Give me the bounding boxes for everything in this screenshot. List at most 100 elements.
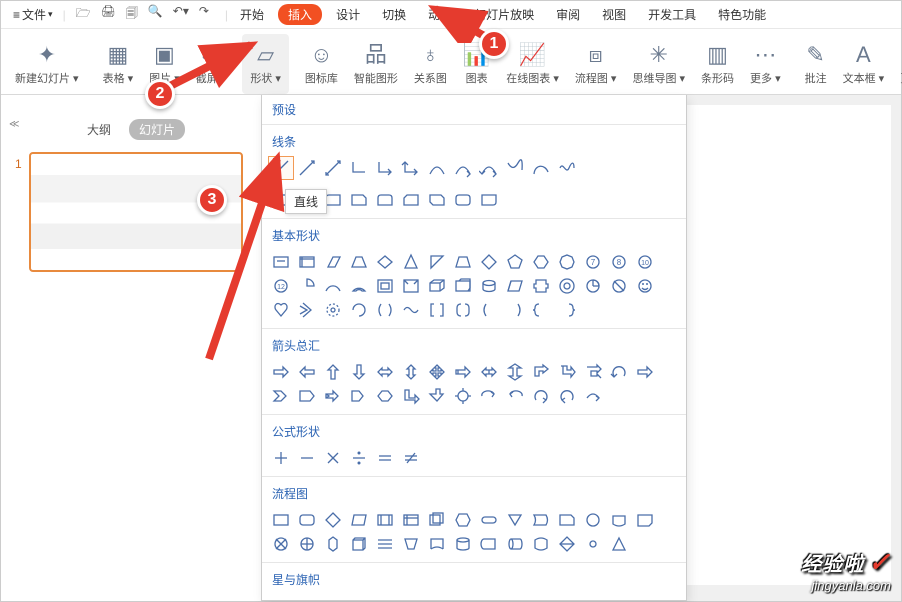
shape-block-arrows-10[interactable] (528, 360, 554, 384)
shape-flowchart-15[interactable] (268, 532, 294, 556)
shape-basic-shapes-29[interactable] (632, 274, 658, 298)
shape-basic-shapes-32[interactable] (320, 298, 346, 322)
shape-flowchart-20[interactable] (398, 532, 424, 556)
shape-block-arrows-14[interactable] (632, 360, 658, 384)
tab-transition[interactable]: 切换 (374, 3, 414, 26)
shape-basic-shapes-37[interactable] (450, 298, 476, 322)
tab-special[interactable]: 特色功能 (710, 3, 774, 26)
shape-equation-4[interactable] (372, 446, 398, 470)
shape-basic-shapes-26[interactable] (554, 274, 580, 298)
barcode-button[interactable]: ▥条形码 (693, 34, 742, 94)
tab-home[interactable]: 开始 (232, 3, 272, 26)
shape-basic-shapes-9[interactable] (502, 250, 528, 274)
tab-review[interactable]: 审阅 (548, 3, 588, 26)
shape-lines-7[interactable] (450, 156, 476, 180)
shape-block-arrows-3[interactable] (346, 360, 372, 384)
shape-basic-shapes-6[interactable] (424, 250, 450, 274)
icon-lib-button[interactable]: ☺图标库 (297, 34, 346, 94)
shape-flowchart-13[interactable] (606, 508, 632, 532)
outline-tab-outline[interactable]: 大纲 (77, 119, 121, 140)
shape-block-arrows-25[interactable] (528, 384, 554, 408)
flowchart-button[interactable]: ⧈流程图 ▾ (567, 34, 625, 94)
shape-flowchart-28[interactable] (606, 532, 632, 556)
shape-flowchart-22[interactable] (450, 532, 476, 556)
shape-block-arrows-16[interactable] (294, 384, 320, 408)
shape-lines-5[interactable] (398, 156, 424, 180)
shape-basic-shapes-24[interactable] (502, 274, 528, 298)
shape-flowchart-11[interactable] (554, 508, 580, 532)
shape-rectangles-3[interactable] (346, 188, 372, 212)
shape-flowchart-17[interactable] (320, 532, 346, 556)
tab-view[interactable]: 视图 (594, 3, 634, 26)
shape-lines-6[interactable] (424, 156, 450, 180)
shape-block-arrows-18[interactable] (346, 384, 372, 408)
shape-block-arrows-6[interactable] (424, 360, 450, 384)
print-icon[interactable]: 🖨 (101, 4, 116, 25)
shape-block-arrows-2[interactable] (320, 360, 346, 384)
shape-basic-shapes-18[interactable] (346, 274, 372, 298)
shape-lines-3[interactable] (346, 156, 372, 180)
table-button[interactable]: ▦表格 ▾ (95, 34, 142, 94)
shape-flowchart-21[interactable] (424, 532, 450, 556)
shape-flowchart-19[interactable] (372, 532, 398, 556)
shape-basic-shapes-14[interactable]: 10 (632, 250, 658, 274)
shape-block-arrows-19[interactable] (372, 384, 398, 408)
shape-equation-3[interactable] (346, 446, 372, 470)
shape-block-arrows-26[interactable] (554, 384, 580, 408)
shape-rectangles-8[interactable] (476, 188, 502, 212)
shape-block-arrows-5[interactable] (398, 360, 424, 384)
shape-flowchart-25[interactable] (528, 532, 554, 556)
shape-block-arrows-23[interactable] (476, 384, 502, 408)
shape-basic-shapes-13[interactable]: 8 (606, 250, 632, 274)
shape-block-arrows-27[interactable] (580, 384, 606, 408)
shape-basic-shapes-27[interactable] (580, 274, 606, 298)
shape-lines-8[interactable] (476, 156, 502, 180)
shape-basic-shapes-36[interactable] (424, 298, 450, 322)
shape-flowchart-2[interactable] (320, 508, 346, 532)
shape-basic-shapes-35[interactable] (398, 298, 424, 322)
more-button[interactable]: ⋯更多 ▾ (742, 34, 789, 94)
shape-basic-shapes-3[interactable] (346, 250, 372, 274)
shape-rectangles-6[interactable] (424, 188, 450, 212)
shape-block-arrows-22[interactable] (450, 384, 476, 408)
shape-flowchart-7[interactable] (450, 508, 476, 532)
shape-equation-5[interactable] (398, 446, 424, 470)
tab-insert[interactable]: 插入 (278, 4, 322, 25)
tab-design[interactable]: 设计 (328, 3, 368, 26)
folder-open-icon[interactable]: 🗁 (76, 4, 91, 25)
shape-block-arrows-11[interactable] (554, 360, 580, 384)
comment-button[interactable]: ✎批注 (797, 34, 835, 94)
shape-lines-2[interactable] (320, 156, 346, 180)
shape-basic-shapes-41[interactable] (554, 298, 580, 322)
shape-flowchart-3[interactable] (346, 508, 372, 532)
shape-basic-shapes-22[interactable] (450, 274, 476, 298)
shape-basic-shapes-2[interactable] (320, 250, 346, 274)
shape-basic-shapes-4[interactable] (372, 250, 398, 274)
shape-rectangles-7[interactable] (450, 188, 476, 212)
shape-basic-shapes-39[interactable] (502, 298, 528, 322)
shape-basic-shapes-17[interactable] (320, 274, 346, 298)
shape-basic-shapes-40[interactable] (528, 298, 554, 322)
smartart-button[interactable]: 品智能图形 (346, 34, 406, 94)
shape-flowchart-0[interactable] (268, 508, 294, 532)
shape-lines-9[interactable] (502, 156, 528, 180)
shape-flowchart-4[interactable] (372, 508, 398, 532)
shape-flowchart-5[interactable] (398, 508, 424, 532)
shape-flowchart-26[interactable] (554, 532, 580, 556)
outline-tab-slides[interactable]: 幻灯片 (129, 119, 185, 140)
shape-flowchart-16[interactable] (294, 532, 320, 556)
shape-flowchart-24[interactable] (502, 532, 528, 556)
undo-icon[interactable]: ↶▾ (173, 4, 189, 25)
mindmap-button[interactable]: ✳思维导图 ▾ (624, 34, 693, 94)
shape-flowchart-18[interactable] (346, 532, 372, 556)
shape-basic-shapes-12[interactable]: 7 (580, 250, 606, 274)
shape-flowchart-27[interactable] (580, 532, 606, 556)
shape-block-arrows-12[interactable] (580, 360, 606, 384)
redo-icon[interactable]: ↷ (199, 4, 209, 25)
shape-block-arrows-8[interactable] (476, 360, 502, 384)
tab-devtools[interactable]: 开发工具 (640, 3, 704, 26)
shape-lines-10[interactable] (528, 156, 554, 180)
shape-flowchart-6[interactable] (424, 508, 450, 532)
shape-lines-11[interactable] (554, 156, 580, 180)
shape-basic-shapes-38[interactable] (476, 298, 502, 322)
